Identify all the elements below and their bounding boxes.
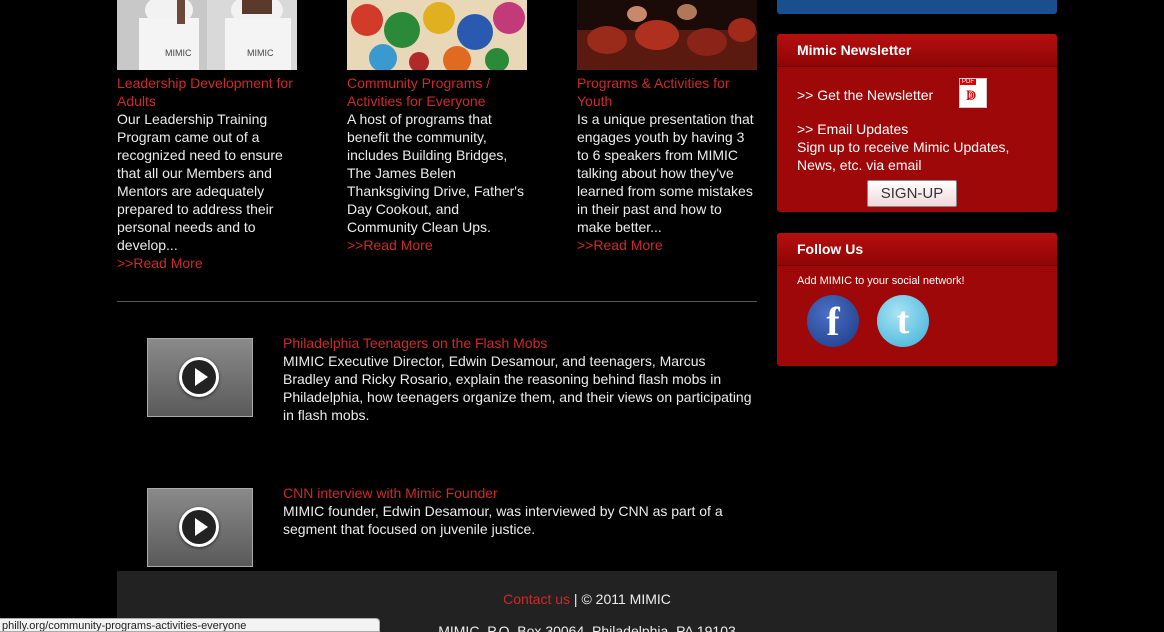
play-icon[interactable] (179, 507, 219, 547)
program-description: Is a unique presentation that engages yo… (577, 111, 754, 235)
program-title[interactable]: Community Programs / Activities for Ever… (347, 74, 527, 110)
email-updates-label: >> Email Updates (797, 121, 909, 137)
newsletter-header: Mimic Newsletter (777, 34, 1057, 67)
program-title[interactable]: Programs & Activities for Youth (577, 74, 757, 110)
video-title[interactable]: Philadelphia Teenagers on the Flash Mobs (283, 334, 753, 352)
program-youth: Programs & Activities for Youth Is a uni… (577, 0, 757, 254)
follow-us-box: Follow Us Add MIMIC to your social netwo… (777, 233, 1057, 366)
read-more-link[interactable]: >>Read More (347, 236, 527, 254)
signup-description: Sign up to receive Mimic Updates, News, … (797, 139, 1010, 173)
browser-status-bar: philly.org/community-programs-activities… (0, 618, 380, 632)
video-text: Philadelphia Teenagers on the Flash Mobs… (283, 334, 753, 424)
page: MIMIC MIMIC Leadership Development for A… (0, 0, 1164, 632)
read-more-link[interactable]: >>Read More (577, 236, 757, 254)
facebook-icon[interactable]: f (807, 295, 859, 347)
video-description: MIMIC Executive Director, Edwin Desamour… (283, 353, 752, 423)
video-text: CNN interview with Mimic Founder MIMIC f… (283, 484, 753, 538)
program-description: A host of programs that benefit the comm… (347, 111, 524, 235)
video-thumbnail[interactable] (147, 488, 253, 567)
section-divider (117, 301, 757, 302)
sidebar-top-bar (777, 0, 1057, 14)
program-photo[interactable] (577, 0, 757, 70)
program-photo[interactable]: MIMIC MIMIC (117, 0, 297, 70)
read-more-link[interactable]: >>Read More (117, 254, 297, 272)
program-description: Our Leadership Training Program came out… (117, 111, 283, 253)
follow-us-header: Follow Us (777, 233, 1057, 266)
get-newsletter-link[interactable]: >> Get the Newsletter (797, 86, 933, 104)
follow-us-text: Add MIMIC to your social network! (797, 275, 965, 287)
svg-text:MIMIC: MIMIC (247, 48, 274, 58)
footer-copyright-line: Contact us | © 2011 MIMIC (117, 591, 1057, 607)
play-icon[interactable] (179, 357, 219, 397)
copyright-text: | © 2011 MIMIC (570, 591, 671, 607)
video-description: MIMIC founder, Edwin Desamour, was inter… (283, 503, 723, 537)
contact-us-link[interactable]: Contact us (503, 591, 570, 607)
twitter-icon[interactable]: t (877, 295, 929, 347)
program-community: Community Programs / Activities for Ever… (347, 0, 527, 254)
newsletter-box: Mimic Newsletter >> Get the Newsletter P… (777, 34, 1057, 212)
video-thumbnail[interactable] (147, 338, 253, 417)
svg-text:MIMIC: MIMIC (165, 48, 192, 58)
video-title[interactable]: CNN interview with Mimic Founder (283, 484, 753, 502)
program-photo[interactable] (347, 0, 527, 70)
program-leadership: MIMIC MIMIC Leadership Development for A… (117, 0, 297, 272)
program-title[interactable]: Leadership Development for Adults (117, 74, 297, 110)
pdf-icon[interactable]: PDF ↇ (959, 78, 987, 108)
signup-button[interactable]: SIGN-UP (867, 180, 957, 207)
